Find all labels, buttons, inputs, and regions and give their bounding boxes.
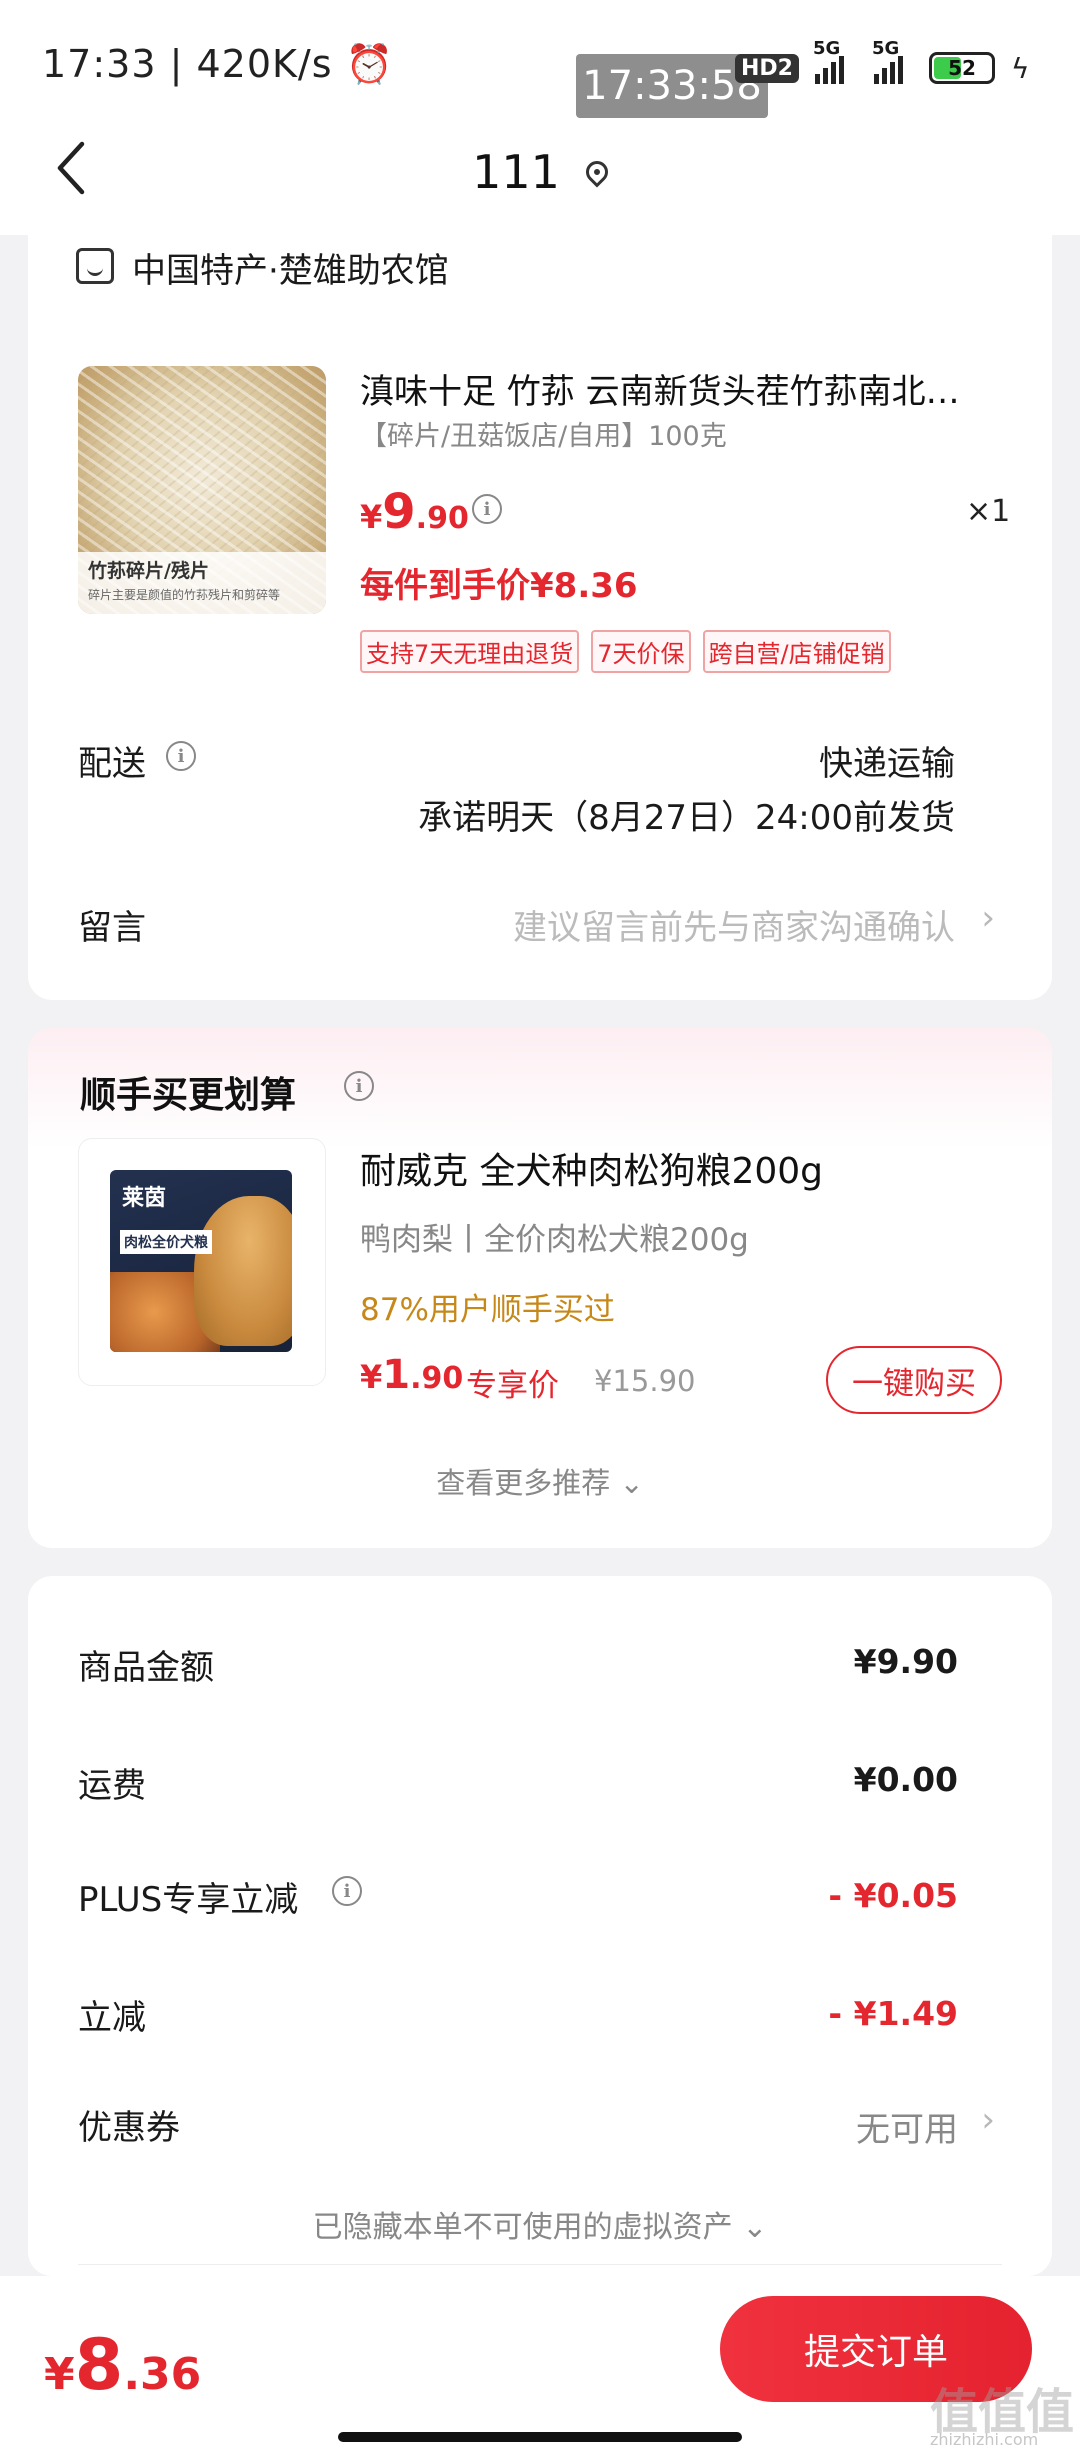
- back-arrow-icon[interactable]: [52, 138, 92, 198]
- shipping-promise: 承诺明天（8月27日）24:00前发货: [418, 798, 955, 838]
- product-quantity: ×1: [966, 494, 1011, 529]
- charging-icon: ϟ: [1010, 51, 1030, 85]
- summary-value-goods: ¥9.90: [853, 1642, 958, 1681]
- summary-value-discount: - ¥1.49: [828, 1994, 958, 2033]
- dog-food-bag-image: 莱茵 肉松全价犬粮: [110, 1170, 292, 1352]
- plus-info-icon[interactable]: i: [332, 1876, 362, 1906]
- product-image-caption: 竹荪碎片/残片: [88, 560, 209, 582]
- product-title[interactable]: 滇味十足 竹荪 云南新货头茬竹荪南北…: [360, 364, 1000, 413]
- service-tag: 支持7天无理由退货: [360, 630, 580, 673]
- home-indicator[interactable]: [338, 2432, 742, 2442]
- coupon-label: 优惠券: [78, 2108, 180, 2148]
- product-image-subcaption: 碎片主要是颜值的竹荪残片和剪碎等: [88, 588, 281, 602]
- shipping-method: 快递运输: [819, 744, 955, 784]
- product-image[interactable]: 竹荪碎片/残片 碎片主要是颜值的竹荪残片和剪碎等: [78, 366, 326, 614]
- recommend-info-icon[interactable]: i: [344, 1071, 374, 1101]
- recommend-product-title[interactable]: 耐威克 全犬种肉松狗粮200g: [360, 1142, 823, 1194]
- message-label: 留言: [78, 908, 146, 948]
- chevron-right-icon[interactable]: ›: [981, 898, 995, 938]
- summary-label-shipping: 运费: [78, 1766, 146, 1806]
- shipping-label: 配送: [78, 744, 146, 784]
- location-pin-icon: [581, 155, 613, 188]
- hidden-assets-toggle[interactable]: 已隐藏本单不可使用的虚拟资产 ⌄: [0, 2202, 1080, 2246]
- product-spec[interactable]: 【碎片/丑菇饭店/自用】100克: [360, 414, 727, 453]
- summary-label-plus: PLUS专享立减: [78, 1880, 299, 1920]
- store-icon: [76, 248, 114, 284]
- more-recommend-link[interactable]: 查看更多推荐 ⌄: [0, 1460, 1080, 1502]
- service-tag: 7天价保: [591, 630, 691, 673]
- service-tag: 跨自营/店铺促销: [702, 630, 891, 673]
- chevron-right-icon[interactable]: ›: [981, 2100, 995, 2140]
- message-input[interactable]: 建议留言前先与商家沟通确认: [513, 900, 955, 949]
- signal-icon: 5G: [813, 38, 844, 84]
- bag-name: 肉松全价犬粮: [120, 1230, 212, 1254]
- recommend-purchase-rate: 87%用户顺手买过: [360, 1292, 615, 1328]
- status-time-speed: 17:33 | 420K/s ⏰: [42, 42, 394, 86]
- battery-icon: 52: [928, 52, 995, 84]
- store-name[interactable]: 中国特产·楚雄助农馆: [132, 243, 449, 292]
- bag-brand: 莱茵: [122, 1186, 167, 1211]
- recommend-price: ¥1.90: [360, 1352, 464, 1398]
- recommend-product-spec: 鸭肉梨丨全价肉松犬粮200g: [360, 1222, 749, 1258]
- status-icons: HD2 5G 5G 52 ϟ: [735, 38, 1030, 88]
- recommend-title: 顺手买更划算: [80, 1075, 297, 1116]
- total-price: ¥8.36: [44, 2324, 202, 2406]
- summary-value-plus: - ¥0.05: [828, 1876, 958, 1915]
- signal-icon-2: 5G: [872, 38, 903, 84]
- shipping-info-icon[interactable]: i: [166, 741, 196, 771]
- product-price: ¥9.90: [360, 484, 469, 540]
- service-tags: 支持7天无理由退货 7天价保 跨自营/店铺促销: [360, 630, 891, 673]
- watermark-url: zhizhizhi.com: [930, 2430, 1039, 2449]
- order-item-card: [28, 232, 1052, 1000]
- price-info-icon[interactable]: i: [472, 494, 502, 524]
- divider: [78, 2264, 1002, 2265]
- nav-title[interactable]: 111: [0, 138, 1080, 199]
- coupon-value[interactable]: 无可用: [856, 2102, 958, 2151]
- summary-label-discount: 立减: [78, 1998, 146, 2038]
- after-discount-price: 每件到手价¥8.36: [360, 566, 638, 606]
- summary-value-shipping: ¥0.00: [853, 1760, 958, 1799]
- hd-icon: HD2: [735, 53, 799, 83]
- summary-label-goods: 商品金额: [78, 1648, 214, 1688]
- one-click-buy-button[interactable]: 一键购买: [826, 1346, 1002, 1414]
- exclusive-price-label: 专享价: [466, 1368, 559, 1404]
- original-price: ¥15.90: [594, 1364, 696, 1398]
